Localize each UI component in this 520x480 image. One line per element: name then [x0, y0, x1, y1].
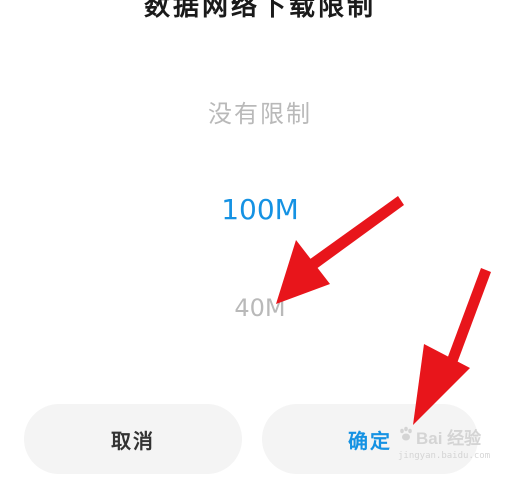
download-limit-dialog: 数据网络下载限制 没有限制 100M 40M 取消 确定: [0, 0, 520, 480]
baidu-paw-icon: [398, 426, 414, 447]
watermark-url: jingyan.baidu.com: [398, 451, 491, 461]
cancel-button[interactable]: 取消: [24, 404, 242, 474]
picker-option-no-limit[interactable]: 没有限制: [0, 94, 520, 129]
baidu-watermark: Bai 经验 jingyan.baidu.com: [398, 424, 516, 476]
dialog-title: 数据网络下载限制: [143, 0, 376, 22]
picker-option-selected[interactable]: 100M: [0, 193, 520, 226]
limit-picker-wheel[interactable]: 没有限制 100M 40M: [0, 60, 520, 370]
watermark-brand: Bai 经验: [416, 429, 482, 448]
picker-option-40m[interactable]: 40M: [0, 294, 520, 322]
